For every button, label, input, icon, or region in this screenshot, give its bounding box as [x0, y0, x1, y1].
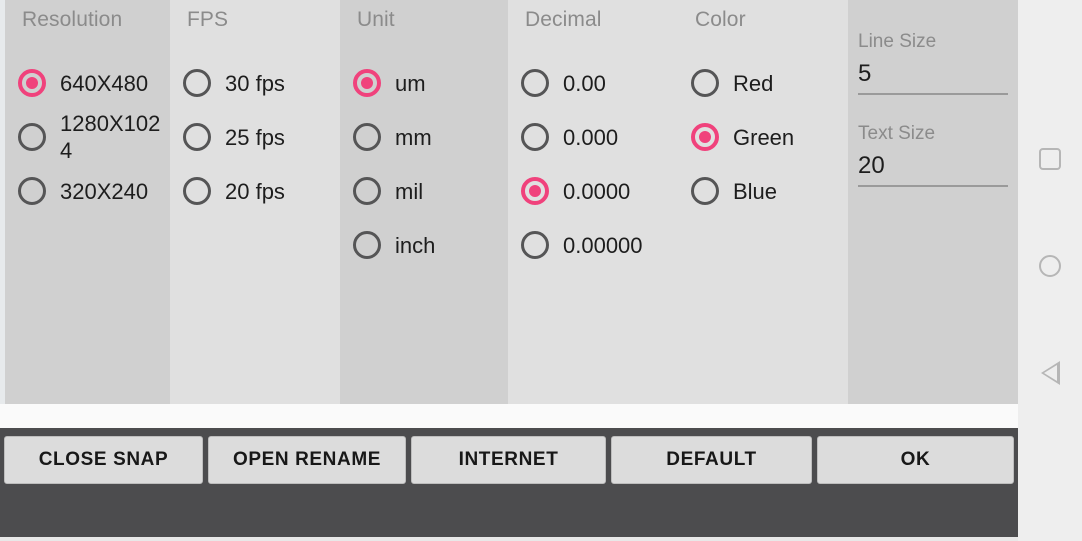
radio-unselected-icon[interactable] [353, 177, 381, 205]
column-resolution: Resolution 640X480 1280X1024 320X240 [5, 0, 170, 404]
radio-unselected-icon[interactable] [18, 123, 46, 151]
radio-label: mm [395, 124, 432, 150]
column-sizes: Line Size 5 Text Size 20 [848, 0, 1018, 404]
column-unit: Unit um mm mil inch [340, 0, 508, 404]
radio-option-320x240[interactable]: 320X240 [5, 164, 170, 218]
column-decimal-and-color: Decimal 0.00 0.000 0.0000 0.00000 Color … [508, 0, 848, 404]
separator-band [0, 404, 1018, 428]
radio-unselected-icon[interactable] [353, 123, 381, 151]
radio-unselected-icon[interactable] [691, 69, 719, 97]
radio-unselected-icon[interactable] [183, 69, 211, 97]
radio-option-20-fps[interactable]: 20 fps [170, 164, 340, 218]
subcolumn-color: Color Red Green Blue [678, 3, 848, 404]
radio-unselected-icon[interactable] [691, 177, 719, 205]
radio-selected-icon[interactable] [18, 69, 46, 97]
radio-option-mil[interactable]: mil [340, 164, 508, 218]
subcolumn-decimal: Decimal 0.00 0.000 0.0000 0.00000 [508, 3, 678, 404]
radio-unselected-icon[interactable] [353, 231, 381, 259]
radio-option-mm[interactable]: mm [340, 110, 508, 164]
android-nav-bar [1018, 0, 1082, 541]
radio-selected-icon[interactable] [521, 177, 549, 205]
radio-group-fps: 30 fps 25 fps 20 fps [170, 56, 340, 218]
app-screen: Resolution 640X480 1280X1024 320X240 FPS [0, 0, 1082, 541]
text-size-label: Text Size [858, 123, 936, 144]
default-button[interactable]: DEFAULT [611, 436, 812, 484]
radio-label: Red [733, 70, 774, 96]
radio-label: 1280X1024 [60, 111, 161, 163]
radio-group-unit: um mm mil inch [340, 56, 508, 272]
column-title-color: Color [695, 8, 746, 31]
radio-option-blue[interactable]: Blue [678, 164, 848, 218]
radio-label: 25 fps [225, 124, 285, 150]
column-title-resolution: Resolution [22, 8, 123, 31]
radio-label: 0.0000 [563, 178, 631, 204]
radio-option-red[interactable]: Red [678, 56, 848, 110]
radio-label: inch [395, 232, 436, 258]
radio-option-0-00000[interactable]: 0.00000 [508, 218, 678, 272]
line-size-label: Line Size [858, 31, 937, 52]
radio-option-inch[interactable]: inch [340, 218, 508, 272]
radio-label: 0.000 [563, 124, 619, 150]
radio-option-green[interactable]: Green [678, 110, 848, 164]
radio-option-25-fps[interactable]: 25 fps [170, 110, 340, 164]
radio-option-640x480[interactable]: 640X480 [5, 56, 170, 110]
radio-group-decimal: 0.00 0.000 0.0000 0.00000 [508, 56, 678, 272]
radio-unselected-icon[interactable] [183, 123, 211, 151]
column-fps: FPS 30 fps 25 fps 20 fps [170, 0, 340, 404]
column-title-fps: FPS [187, 8, 229, 31]
bottom-button-bar: CLOSE SNAP OPEN RENAME INTERNET DEFAULT … [0, 428, 1018, 537]
radio-option-um[interactable]: um [340, 56, 508, 110]
radio-label: 0.00000 [563, 232, 643, 258]
line-size-input[interactable]: 5 [858, 57, 1008, 95]
radio-option-0-000[interactable]: 0.000 [508, 110, 678, 164]
open-rename-button[interactable]: OPEN RENAME [208, 436, 406, 484]
radio-label: 20 fps [225, 178, 285, 204]
settings-panel-area: Resolution 640X480 1280X1024 320X240 FPS [0, 0, 1018, 404]
radio-label: Blue [733, 178, 778, 204]
radio-label: 30 fps [225, 70, 285, 96]
radio-label: 0.00 [563, 70, 606, 96]
radio-group-resolution: 640X480 1280X1024 320X240 [5, 56, 170, 218]
triangle-back-icon[interactable] [1037, 360, 1063, 386]
column-title-decimal: Decimal [525, 8, 602, 31]
square-icon[interactable] [1037, 146, 1063, 172]
radio-unselected-icon[interactable] [183, 177, 211, 205]
internet-button[interactable]: INTERNET [411, 436, 607, 484]
radio-option-30-fps[interactable]: 30 fps [170, 56, 340, 110]
close-snap-button[interactable]: CLOSE SNAP [4, 436, 203, 484]
ok-button[interactable]: OK [817, 436, 1014, 484]
radio-label: um [395, 70, 426, 96]
radio-unselected-icon[interactable] [521, 123, 549, 151]
column-title-unit: Unit [357, 8, 395, 31]
bottom-edge-strip [0, 537, 1018, 541]
radio-option-0-00[interactable]: 0.00 [508, 56, 678, 110]
radio-selected-icon[interactable] [353, 69, 381, 97]
radio-unselected-icon[interactable] [521, 231, 549, 259]
radio-option-0-0000[interactable]: 0.0000 [508, 164, 678, 218]
radio-label: mil [395, 178, 424, 204]
text-size-input[interactable]: 20 [858, 149, 1008, 187]
radio-unselected-icon[interactable] [18, 177, 46, 205]
circle-icon[interactable] [1037, 253, 1063, 279]
radio-label: 640X480 [60, 70, 149, 96]
radio-option-1280x1024[interactable]: 1280X1024 [5, 110, 170, 164]
radio-label: 320X240 [60, 178, 149, 204]
radio-selected-icon[interactable] [691, 123, 719, 151]
radio-unselected-icon[interactable] [521, 69, 549, 97]
radio-label: Green [733, 124, 795, 150]
radio-group-color: Red Green Blue [678, 56, 848, 218]
